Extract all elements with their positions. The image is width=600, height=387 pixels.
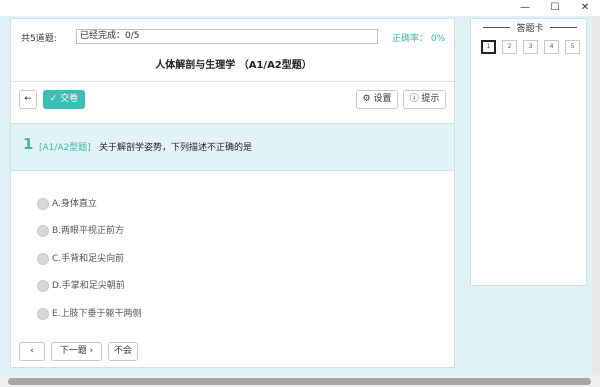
- previous-button[interactable]: ‹: [19, 342, 45, 361]
- window-titlebar: — ☐ ✕: [0, 0, 600, 16]
- total-questions-label: 共5道题:: [21, 34, 57, 44]
- exam-title: 人体解剖与生理学 （A1/A2型题）: [155, 60, 312, 71]
- dont-know-button[interactable]: 不会: [108, 342, 138, 361]
- option-label: A.身体直立: [52, 199, 97, 209]
- answer-card-title: 答题卡: [516, 24, 544, 34]
- back-arrow-icon: ←: [24, 94, 32, 104]
- option-label: D.手掌和足尖朝前: [52, 281, 125, 291]
- divider: [550, 27, 577, 28]
- hint-button[interactable]: ⓘ 提示: [403, 90, 446, 109]
- back-button[interactable]: ←: [19, 90, 37, 109]
- option-label: C.手背和足尖向前: [52, 254, 125, 264]
- radio-button[interactable]: [37, 308, 49, 320]
- vertical-scrollbar[interactable]: [592, 16, 600, 374]
- question-text: 关于解剖学姿势，下列描述不正确的是: [99, 143, 253, 153]
- divider: [11, 81, 454, 82]
- question-type: [A1/A2型题]: [39, 143, 91, 153]
- answer-card-cell-1[interactable]: 1: [481, 40, 496, 54]
- answer-card-cell-2[interactable]: 2: [502, 40, 517, 54]
- question-panel: 共5道题: 已经完成：0/5 正确率： 0% 人体解剖与生理学 （A1/A2型题…: [10, 18, 455, 368]
- submit-button[interactable]: ✓ 交卷: [43, 90, 85, 109]
- answer-card-cell-3[interactable]: 3: [523, 40, 538, 54]
- option-label: E.上肢下垂于躯干两侧: [52, 309, 142, 319]
- radio-button[interactable]: [37, 225, 49, 237]
- answer-card-cell-5[interactable]: 5: [565, 40, 580, 54]
- answer-card-cell-4[interactable]: 4: [544, 40, 559, 54]
- answer-card: 答题卡 1 2 3 4 5: [470, 18, 587, 286]
- radio-button[interactable]: [37, 198, 49, 210]
- settings-button[interactable]: ⚙ 设置: [356, 90, 398, 109]
- maximize-button[interactable]: ☐: [540, 0, 570, 16]
- divider: [483, 27, 510, 28]
- question-number: 1: [23, 135, 34, 153]
- radio-button[interactable]: [37, 280, 49, 292]
- minimize-button[interactable]: —: [510, 0, 540, 16]
- scrollbar-thumb[interactable]: [8, 378, 591, 385]
- close-button[interactable]: ✕: [570, 0, 600, 16]
- accuracy-label: 正确率： 0%: [392, 34, 446, 44]
- option-label: B.两眼平视正前方: [52, 226, 125, 236]
- radio-button[interactable]: [37, 253, 49, 265]
- progress-field: 已经完成：0/5: [76, 29, 378, 44]
- question-header: 1 [A1/A2型题] 关于解剖学姿势，下列描述不正确的是: [11, 123, 454, 171]
- next-question-button[interactable]: 下一题 ›: [51, 342, 102, 361]
